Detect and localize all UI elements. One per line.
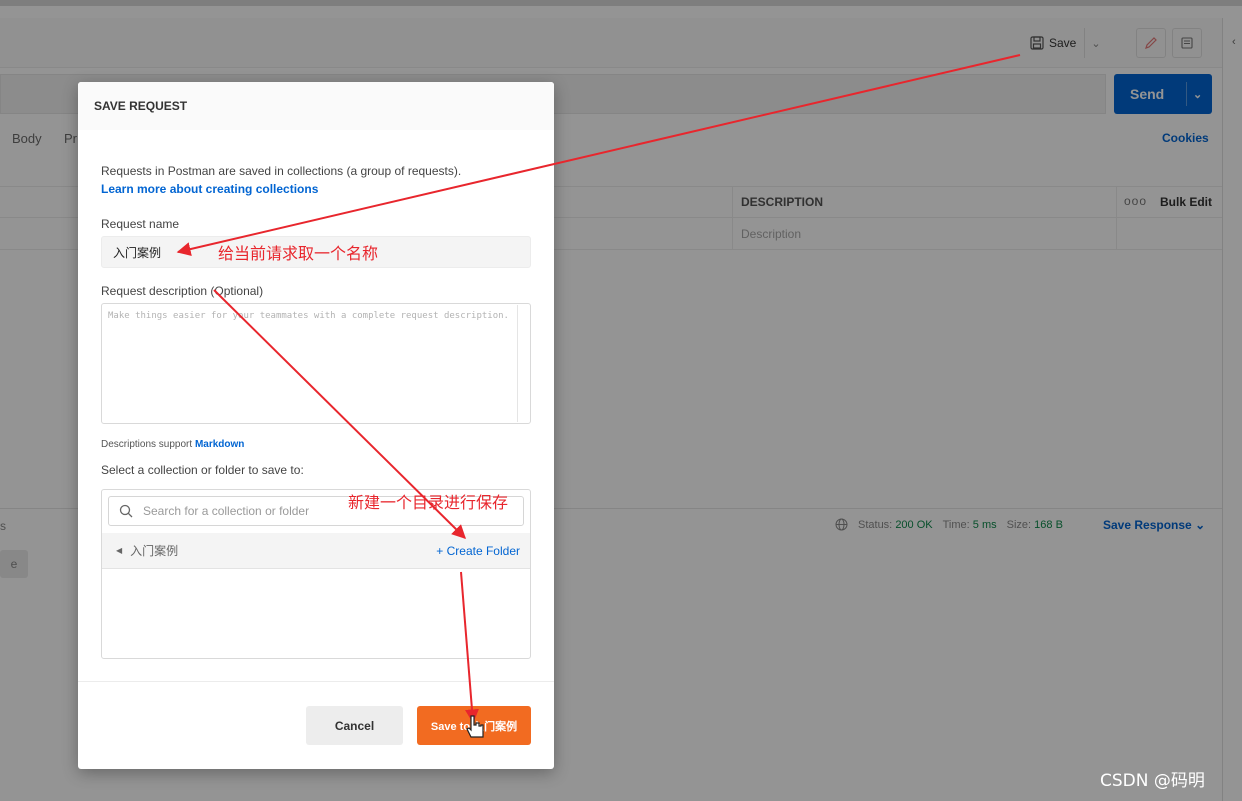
arrow-to-save-button: [460, 571, 479, 724]
hand-cursor-icon: [466, 715, 484, 738]
annotation-arrows: [176, 54, 1021, 738]
arrow-to-create-folder: [213, 289, 466, 539]
arrow-to-name-input: [176, 54, 1021, 256]
watermark: CSDN @码明: [1100, 771, 1205, 791]
